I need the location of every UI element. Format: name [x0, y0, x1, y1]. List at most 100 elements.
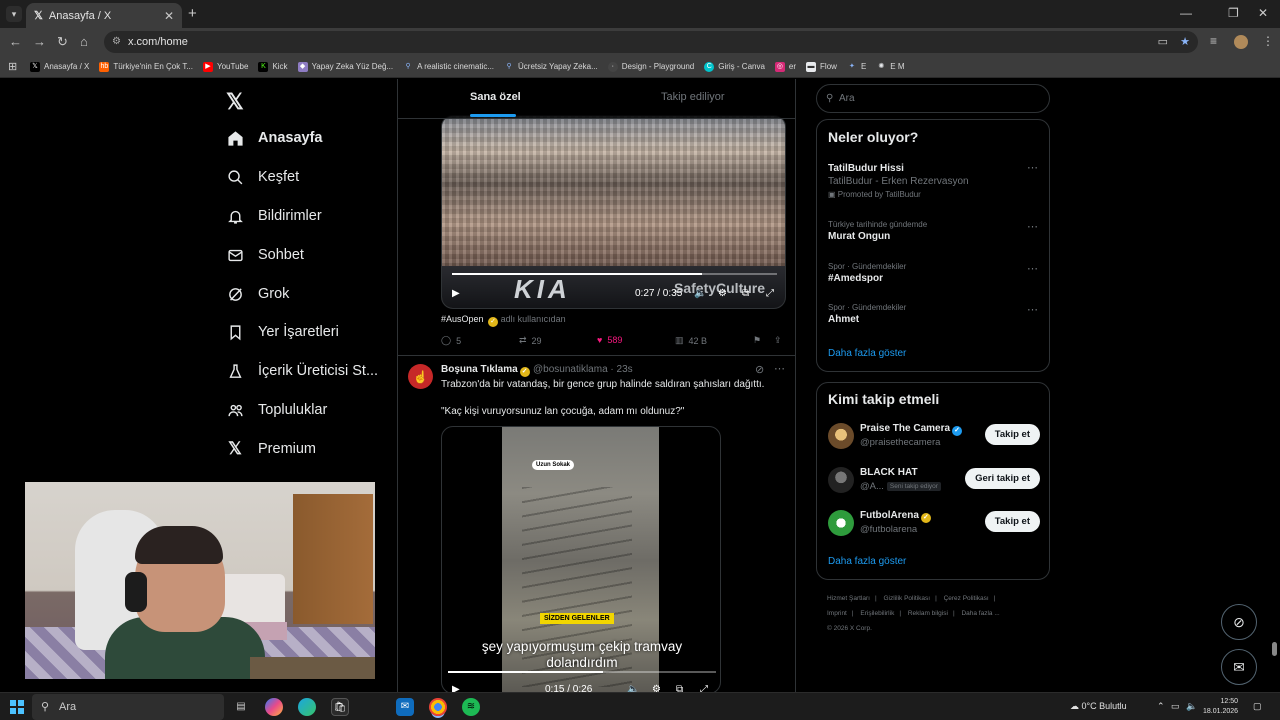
footer-link[interactable]: Çerez Politikası — [944, 595, 989, 602]
footer-link[interactable]: Imprint — [827, 610, 847, 617]
follow-suggestion[interactable]: BLACK HAT @A... Seni takip ediyor Geri ta… — [828, 465, 1040, 495]
nav-item-bookmarks[interactable]: Yer İşaretleri — [226, 323, 339, 341]
bookmark-button[interactable]: ⚑ — [753, 335, 761, 346]
footer-link[interactable]: Hizmet Şartları — [827, 595, 870, 602]
install-app-icon[interactable]: ▭ — [1158, 31, 1168, 53]
scrollbar-thumb[interactable] — [1272, 642, 1277, 656]
fullscreen-icon[interactable]: ⤢ — [700, 684, 708, 692]
restore-button[interactable]: ❐ — [1228, 6, 1239, 20]
site-info-icon[interactable]: ⚙ — [112, 31, 121, 53]
video-progress-bar[interactable] — [452, 273, 777, 275]
bookmark-item[interactable]: C Giriş - Canva — [704, 61, 765, 72]
nav-item-communities[interactable]: Topluluklar — [226, 401, 327, 419]
forward-button[interactable]: → — [33, 34, 46, 49]
bookmark-item[interactable]: 𝕏 Anasayfa / X — [30, 61, 89, 72]
bookmark-item[interactable]: ◆ Yapay Zeka Yüz Değ... — [297, 61, 393, 72]
reload-button[interactable]: ↻ — [57, 34, 68, 50]
bookmark-item[interactable]: ⚲ A realistic cinematic... — [403, 62, 495, 72]
avatar[interactable] — [828, 423, 854, 449]
home-button[interactable]: ⌂ — [80, 34, 88, 49]
chrome-icon[interactable] — [429, 698, 447, 716]
new-tab-button[interactable]: + — [188, 5, 197, 22]
share-button[interactable]: ⇪ — [774, 335, 782, 346]
nav-item-notifications[interactable]: Bildirimler — [226, 207, 322, 225]
show-more-link[interactable]: Daha fazla göster — [828, 556, 906, 567]
more-options-icon[interactable]: ⋯ — [1027, 262, 1038, 275]
messages-fab-button[interactable]: ✉ — [1221, 649, 1257, 685]
trend-item[interactable]: TatilBudur Hissi TatilBudur - Erken Reze… — [828, 161, 1038, 199]
bookmark-item[interactable]: K Kick — [258, 61, 288, 72]
apps-grid-icon[interactable]: ⊞ — [8, 60, 30, 73]
follow-suggestion[interactable]: Praise The Camera ✓ @praisethecamera Taki… — [828, 421, 1040, 451]
follow-button[interactable]: Takip et — [984, 511, 1040, 532]
trend-item[interactable]: Spor · Gündemdekiler Ahmet ⋯ — [828, 303, 1038, 325]
bookmark-item[interactable]: hb Türkiye'nin En Çok T... — [99, 61, 193, 72]
more-options-icon[interactable]: ⋯ — [1027, 303, 1038, 316]
tweet-video-player[interactable]: KIA SafetyCulture ▶ 0:27 / 0:35 🔈 ⚙ ⧉ ⤢ — [441, 115, 786, 309]
pip-icon[interactable]: ⧉ — [676, 684, 683, 692]
x-logo-icon[interactable]: 𝕏 — [226, 89, 244, 115]
video-progress-bar[interactable] — [448, 671, 716, 673]
spotify-icon[interactable]: ≋ — [462, 698, 480, 716]
volume-icon[interactable]: 🔈 — [694, 288, 706, 299]
show-more-link[interactable]: Daha fazla göster — [828, 348, 906, 359]
network-icon[interactable]: ▭ — [1171, 701, 1180, 712]
footer-link[interactable]: Erişilebilirlik — [860, 610, 894, 617]
mail-app-icon[interactable]: ✉ — [396, 698, 414, 716]
fullscreen-icon[interactable]: ⤢ — [766, 288, 774, 299]
trend-item[interactable]: Spor · Gündemdekiler #Amedspor ⋯ — [828, 262, 1038, 284]
nav-item-premium[interactable]: 𝕏 Premium — [226, 439, 316, 458]
avatar[interactable] — [828, 510, 854, 536]
nav-item-explore[interactable]: Keşfet — [226, 168, 299, 186]
retweet-button[interactable]: ⇄ 29 — [519, 335, 542, 346]
back-button[interactable]: ← — [9, 34, 22, 49]
avatar[interactable] — [828, 467, 854, 493]
nav-item-grok[interactable]: Grok — [226, 285, 289, 303]
footer-link[interactable]: Gizlilik Politikası — [883, 595, 930, 602]
address-bar[interactable]: ⚙ x.com/home ▭ ★ — [104, 31, 1198, 53]
windows-start-button[interactable] — [10, 700, 24, 714]
play-icon[interactable]: ▶ — [452, 684, 460, 692]
taskbar-search-input[interactable]: ⚲ Ara — [32, 694, 224, 720]
tweet-video-player[interactable]: Uzun Sokak SİZDEN GELENLER şey yapıyormu… — [441, 426, 721, 692]
trend-item[interactable]: Türkiye tarihinde gündemde Murat Ongun ⋯ — [828, 220, 1038, 242]
reply-button[interactable]: ◯ 5 — [441, 335, 461, 346]
pip-icon[interactable]: ⧉ — [742, 288, 749, 299]
grok-fab-button[interactable]: ⊘ — [1221, 604, 1257, 640]
play-icon[interactable]: ▶ — [452, 288, 460, 299]
volume-icon[interactable]: 🔈 — [627, 684, 639, 692]
copilot-icon[interactable] — [265, 698, 283, 716]
close-window-button[interactable]: ✕ — [1258, 6, 1268, 20]
browser-tab[interactable]: 𝕏 Anasayfa / X ✕ — [26, 3, 182, 28]
bookmark-item[interactable]: · Design - Playground — [607, 61, 694, 72]
bookmark-item[interactable]: ✦ E — [847, 62, 866, 72]
more-options-icon[interactable]: ⋯ — [1027, 220, 1038, 233]
browser-menu-icon[interactable]: ⋮ — [1262, 34, 1280, 48]
bookmark-item[interactable]: ◎ er — [774, 61, 796, 72]
grok-explain-icon[interactable]: ⊘ — [755, 363, 764, 376]
search-input[interactable]: ⚲ Ara — [816, 84, 1050, 113]
settings-icon[interactable]: ⚙ — [652, 684, 661, 692]
nav-item-messages[interactable]: Sohbet — [226, 246, 304, 264]
edge-icon[interactable] — [298, 698, 316, 716]
bookmark-star-icon[interactable]: ★ — [1180, 31, 1190, 53]
weather-widget[interactable]: ☁ 0°C Bulutlu — [1070, 701, 1127, 712]
bookmark-item[interactable]: ▬ Flow — [806, 61, 837, 72]
views-button[interactable]: ▥ 42 B — [675, 335, 707, 346]
profile-avatar[interactable] — [1234, 35, 1248, 49]
footer-link[interactable]: Reklam bilgisi — [908, 610, 948, 617]
tab-for-you[interactable]: Sana özel — [470, 91, 521, 103]
bookmark-item[interactable]: ⚲ Ücretsiz Yapay Zeka... — [504, 62, 597, 72]
tab-search-button[interactable]: ▾ — [6, 6, 22, 22]
more-options-icon[interactable]: ⋯ — [774, 362, 785, 375]
tweet-author-name[interactable]: Boşuna Tıklama ✓ — [441, 364, 530, 377]
tray-chevron-icon[interactable]: ⌃ — [1157, 701, 1165, 712]
hashtag-link[interactable]: #AusOpen — [441, 314, 484, 324]
minimize-button[interactable]: — — [1180, 6, 1192, 20]
settings-icon[interactable]: ⚙ — [718, 288, 727, 299]
follow-suggestion[interactable]: FutbolArena ✓ @futbolarena Takip et — [828, 508, 1040, 538]
bookmark-item[interactable]: ▶ YouTube — [203, 61, 248, 72]
store-icon[interactable]: 🛍 — [331, 698, 349, 716]
like-button[interactable]: ♥ 589 — [597, 335, 622, 345]
taskbar-clock[interactable]: 12:50 18.01.2026 — [1203, 697, 1238, 717]
